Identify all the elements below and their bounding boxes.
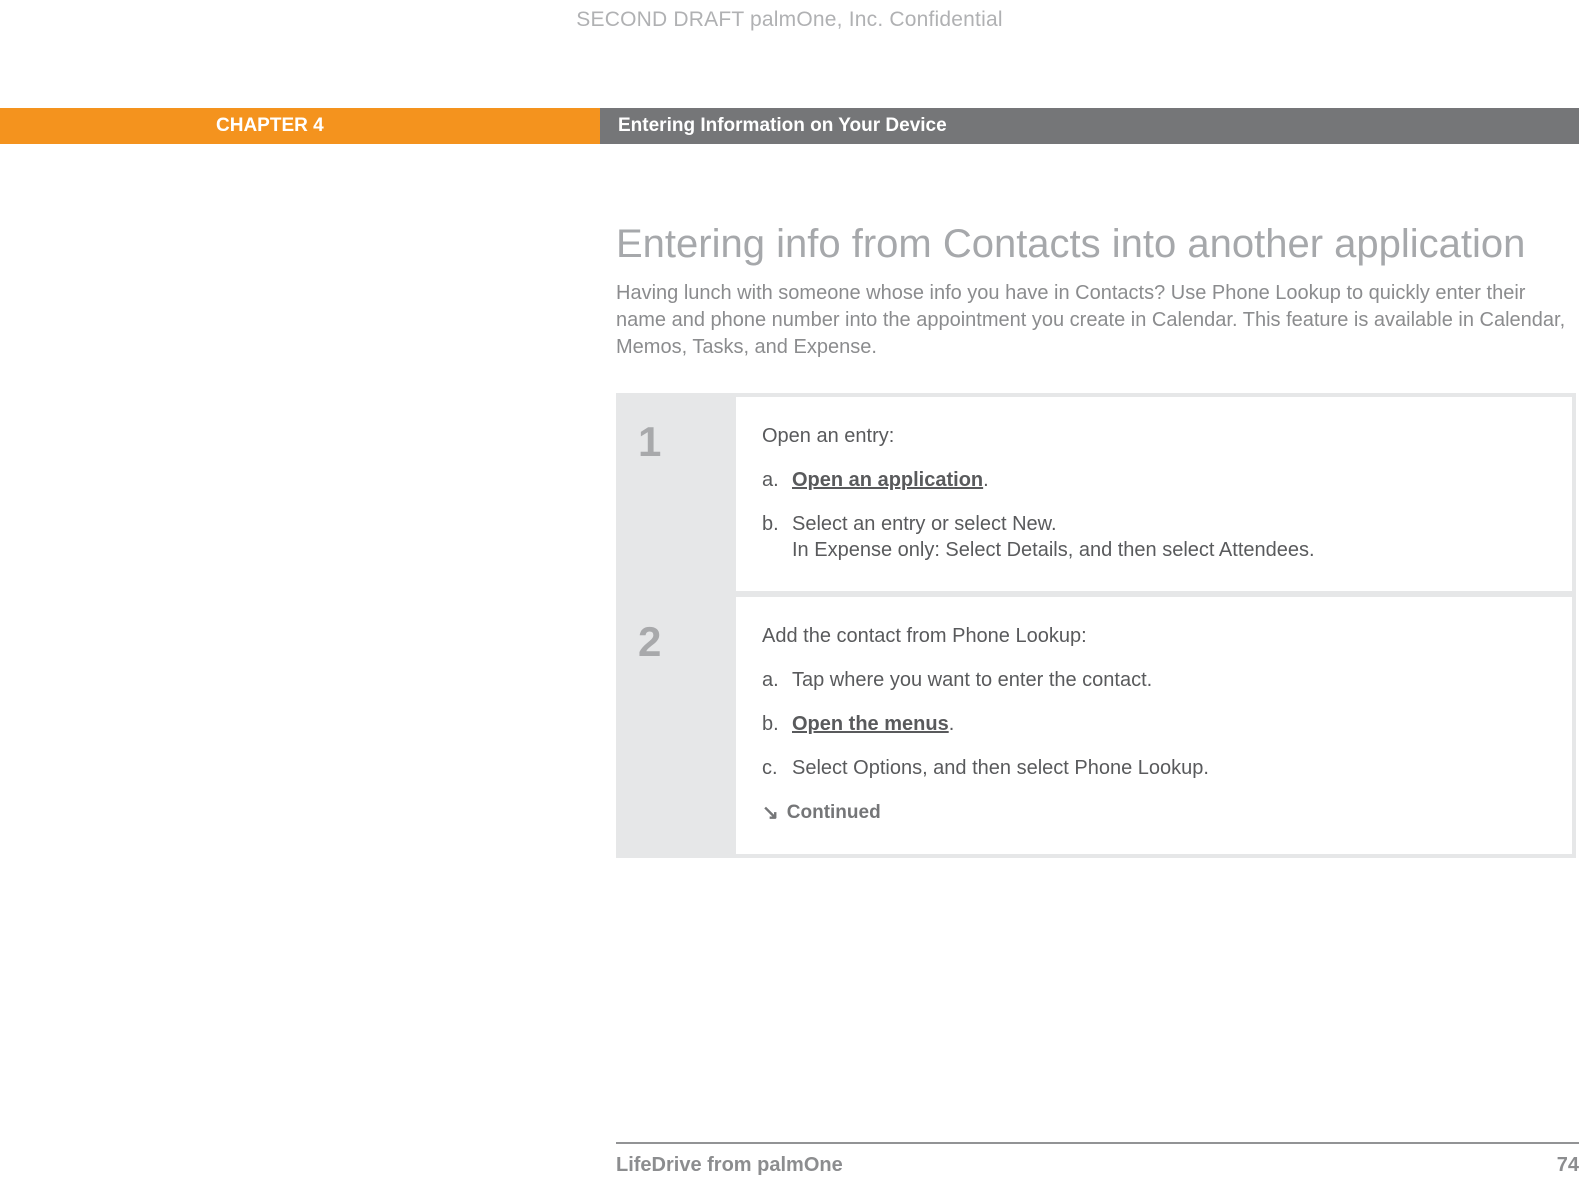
- footer-page-number: 74: [1557, 1152, 1579, 1178]
- substep-text: Open an application.: [792, 467, 989, 493]
- footer-product: LifeDrive from palmOne: [616, 1152, 843, 1178]
- continued-label: Continued: [787, 801, 881, 826]
- step-body: Add the contact from Phone Lookup: a. Ta…: [736, 597, 1572, 854]
- chapter-title: Entering Information on Your Device: [600, 108, 1579, 144]
- substep: a. Open an application.: [762, 467, 1546, 493]
- step-row: 2 Add the contact from Phone Lookup: a. …: [620, 597, 1572, 854]
- substep-line2: In Expense only: Select Details, and the…: [792, 539, 1315, 561]
- step-sublist: a. Open an application. b. Select an ent…: [762, 467, 1546, 563]
- substep: b. Open the menus.: [762, 711, 1546, 737]
- substep-line1: Select an entry or select New.: [792, 513, 1057, 535]
- step-number: 1: [620, 397, 736, 591]
- main-content: Entering info from Contacts into another…: [616, 218, 1576, 858]
- step-body: Open an entry: a. Open an application. b…: [736, 397, 1572, 591]
- substep-marker: a.: [762, 667, 792, 693]
- step-lead: Add the contact from Phone Lookup:: [762, 623, 1546, 649]
- substep: c. Select Options, and then select Phone…: [762, 755, 1546, 781]
- continued-indicator: ↘ Continued: [762, 801, 1546, 826]
- steps-table: 1 Open an entry: a. Open an application.…: [616, 393, 1576, 858]
- xref-link[interactable]: Open an application: [792, 469, 983, 491]
- section-intro: Having lunch with someone whose info you…: [616, 280, 1576, 361]
- substep-post: .: [949, 713, 955, 735]
- substep: a. Tap where you want to enter the conta…: [762, 667, 1546, 693]
- section-heading: Entering info from Contacts into another…: [616, 218, 1576, 270]
- watermark-text: SECOND DRAFT palmOne, Inc. Confidential: [0, 6, 1579, 33]
- substep-text: Tap where you want to enter the contact.: [792, 667, 1152, 693]
- chapter-header-bar: CHAPTER 4 Entering Information on Your D…: [0, 108, 1579, 144]
- substep-post: .: [983, 469, 989, 491]
- step-sublist: a. Tap where you want to enter the conta…: [762, 667, 1546, 781]
- step-lead: Open an entry:: [762, 423, 1546, 449]
- chapter-label: CHAPTER 4: [0, 108, 600, 144]
- continued-arrow-icon: ↘: [762, 803, 779, 823]
- substep-text: Select Options, and then select Phone Lo…: [792, 755, 1209, 781]
- substep: b. Select an entry or select New. In Exp…: [762, 511, 1546, 563]
- document-page: SECOND DRAFT palmOne, Inc. Confidential …: [0, 0, 1579, 1178]
- page-footer: LifeDrive from palmOne 74: [616, 1142, 1579, 1178]
- substep-marker: b.: [762, 511, 792, 563]
- step-row: 1 Open an entry: a. Open an application.…: [620, 397, 1572, 591]
- substep-marker: c.: [762, 755, 792, 781]
- substep-text: Select an entry or select New. In Expens…: [792, 511, 1315, 563]
- xref-link[interactable]: Open the menus: [792, 713, 949, 735]
- step-number: 2: [620, 597, 736, 854]
- substep-text: Open the menus.: [792, 711, 954, 737]
- substep-marker: b.: [762, 711, 792, 737]
- substep-marker: a.: [762, 467, 792, 493]
